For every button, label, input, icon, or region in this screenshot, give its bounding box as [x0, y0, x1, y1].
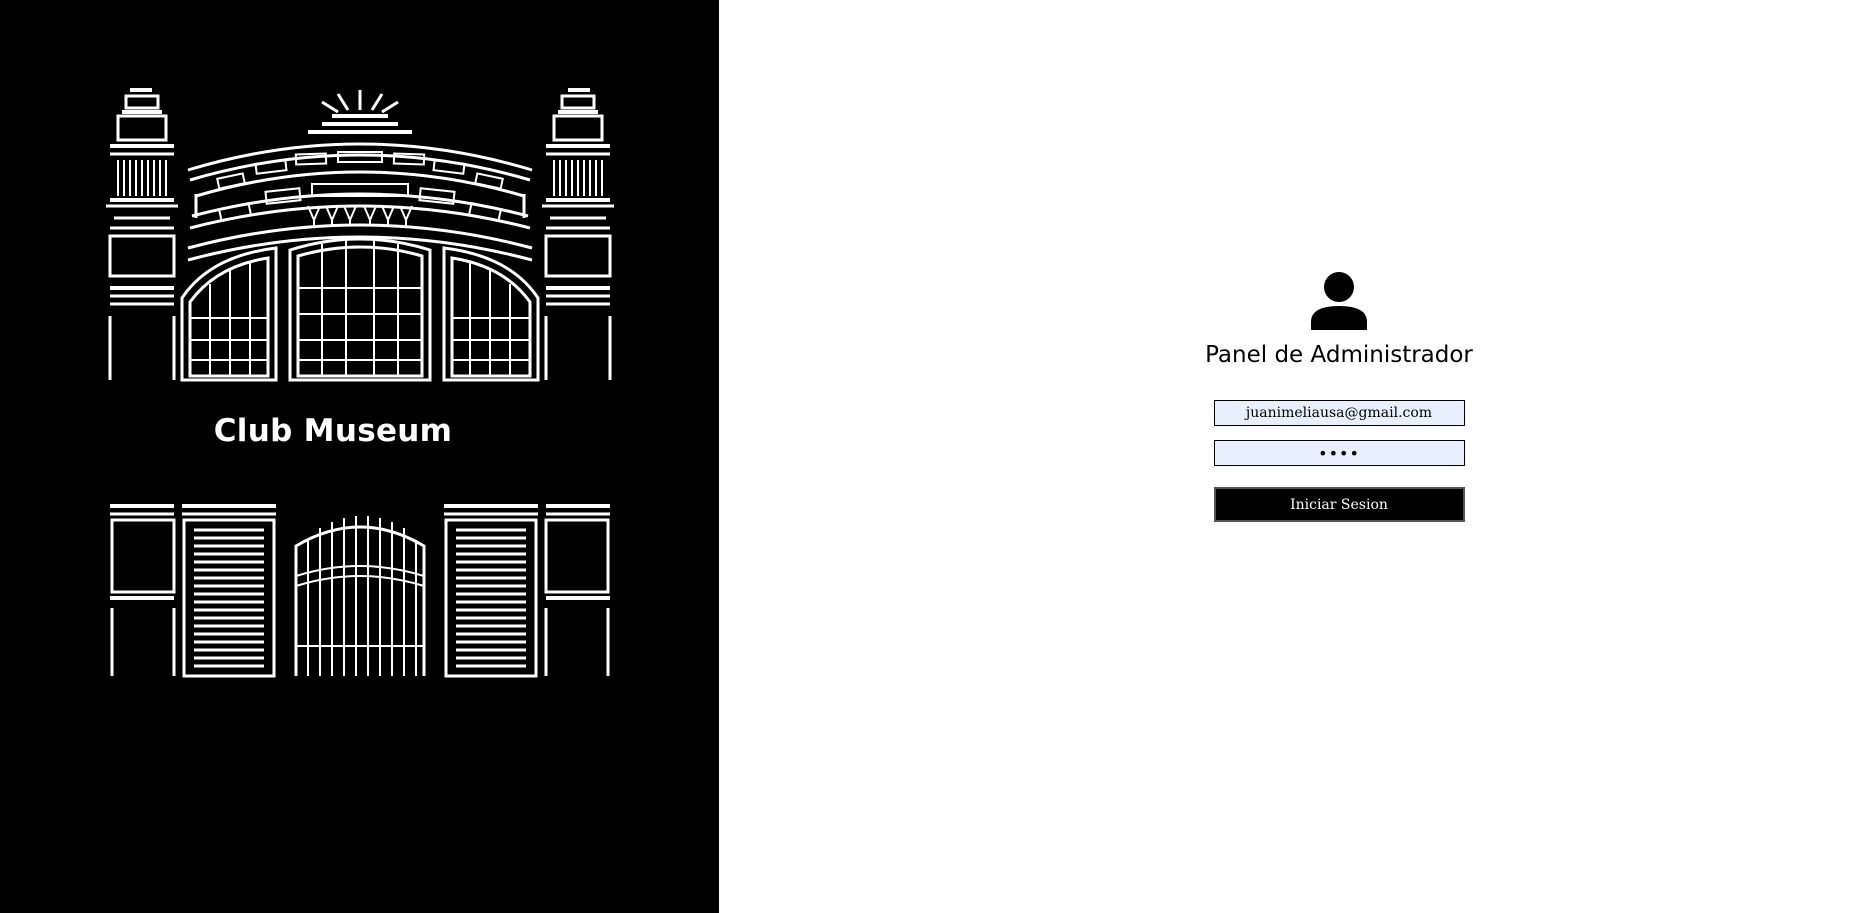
museum-building-icon	[106, 88, 614, 678]
sun-rays	[321, 90, 399, 114]
arch-windows	[180, 237, 540, 382]
email-field[interactable]	[1213, 400, 1465, 426]
left-tower	[106, 88, 178, 380]
login-panel: Panel de Administrador Iniciar Sesion	[719, 0, 1855, 913]
user-icon	[1311, 272, 1367, 330]
login-form: Panel de Administrador Iniciar Sesion	[1189, 270, 1489, 522]
brand-panel: Club Museum	[0, 0, 719, 913]
arch-bands	[187, 142, 533, 262]
login-page: Club Museum Panel de Administrador Inici…	[0, 0, 1855, 913]
password-field[interactable]	[1213, 440, 1465, 466]
login-title: Panel de Administrador	[1205, 342, 1473, 368]
brand-title: Club Museum	[213, 413, 453, 449]
lower-facade	[110, 504, 610, 678]
login-button[interactable]: Iniciar Sesion	[1213, 487, 1465, 522]
right-tower	[542, 88, 614, 380]
